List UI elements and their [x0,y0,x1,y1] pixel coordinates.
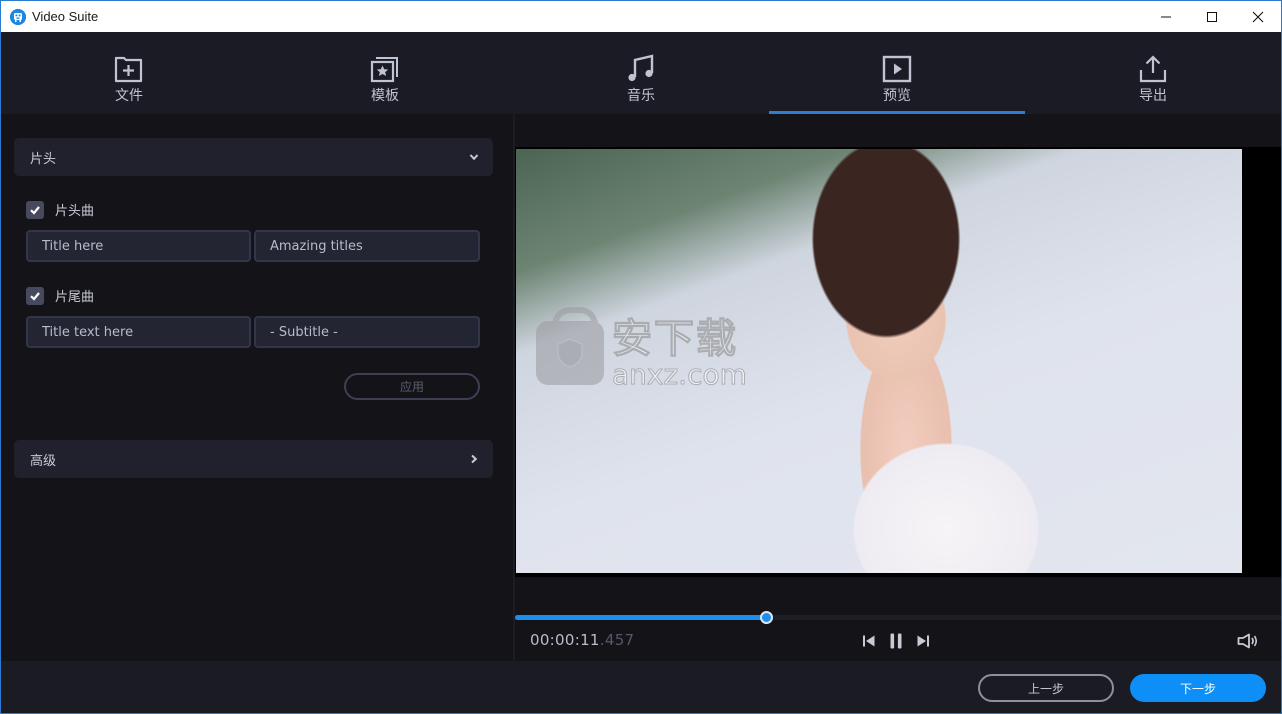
music-note-icon [626,54,656,84]
tab-label: 预览 [883,88,911,104]
section-title: 高级 [30,453,57,469]
tab-music[interactable]: 音乐 [513,32,769,114]
outro-music-label: 片尾曲 [55,290,95,305]
next-step-button[interactable]: 下一步 [1130,674,1266,702]
tab-export[interactable]: 导出 [1025,32,1281,114]
intro-music-checkbox[interactable] [26,200,44,219]
progress-thumb[interactable] [760,611,773,624]
opening-section-header[interactable]: 片头 [14,138,493,176]
watermark-en: anxz.com [612,358,748,391]
folder-add-icon [114,54,144,84]
export-upload-icon [1138,54,1168,84]
advanced-section-header[interactable]: 高级 [14,440,493,478]
footer-bar: 上一步 下一步 [1,661,1281,713]
play-preview-icon [882,54,912,84]
minimize-button[interactable] [1143,1,1189,32]
volume-button[interactable] [1237,632,1259,650]
timecode-main: 00:00:11 [530,631,600,649]
preview-panel: 安下载 anxz.com 00:00:11.457 [515,114,1281,661]
previous-frame-icon [863,635,875,647]
next-frame-button[interactable] [914,632,932,650]
window-title: Video Suite [32,9,99,24]
tab-file[interactable]: 文件 [1,32,257,114]
outro-title-input[interactable] [26,316,251,348]
chevron-right-icon [471,454,478,464]
intro-music-row: 片头曲 [26,200,94,219]
close-icon [1252,11,1264,22]
intro-title-input[interactable] [26,230,251,262]
watermark-cn: 安下载 [612,316,738,362]
timecode-ms: .457 [599,631,635,649]
volume-icon [1237,633,1258,649]
tab-label: 文件 [115,88,143,104]
tab-template[interactable]: 模板 [257,32,513,114]
intro-music-label: 片头曲 [55,204,95,219]
pause-icon [890,633,902,649]
tab-label: 模板 [371,88,399,104]
pause-button[interactable] [887,632,905,650]
maximize-button[interactable] [1189,1,1235,32]
checkmark-icon [30,205,40,215]
next-frame-icon [917,635,929,647]
minimize-icon [1161,16,1171,17]
app-window: Video Suite 文件 模板 音乐 预览 导出 片头 片头曲 Title … [0,0,1282,714]
timecode: 00:00:11.457 [530,631,634,649]
app-logo-icon [10,8,26,25]
checkmark-icon [30,291,40,301]
previous-frame-button[interactable] [860,632,878,650]
outro-music-row: 片尾曲 [26,286,94,305]
maximize-icon [1207,11,1217,22]
tab-label: 音乐 [627,88,655,104]
video-frame-image: 安下载 anxz.com [516,149,1242,573]
playback-progress-slider[interactable] [515,609,1281,627]
top-nav: 文件 模板 音乐 预览 导出 [1,32,1281,114]
intro-subtitle-input[interactable] [254,230,480,262]
outro-music-checkbox[interactable] [26,286,44,305]
section-title: 片头 [30,151,57,167]
tab-label: 导出 [1139,88,1167,104]
settings-panel: 片头 片头曲 片尾曲 应用 高级 [1,114,513,661]
close-button[interactable] [1235,1,1281,32]
video-player[interactable]: 安下载 anxz.com [515,147,1281,577]
apply-button[interactable]: 应用 [344,373,480,400]
tab-preview[interactable]: 预览 [769,32,1025,114]
chevron-down-icon [469,154,479,161]
previous-step-button[interactable]: 上一步 [978,674,1114,702]
watermark: 安下载 anxz.com [536,307,748,391]
title-bar: Video Suite [1,1,1281,32]
progress-fill [515,615,766,620]
template-star-icon [370,54,400,84]
outro-subtitle-input[interactable] [254,316,480,348]
watermark-bag-icon [536,307,604,385]
